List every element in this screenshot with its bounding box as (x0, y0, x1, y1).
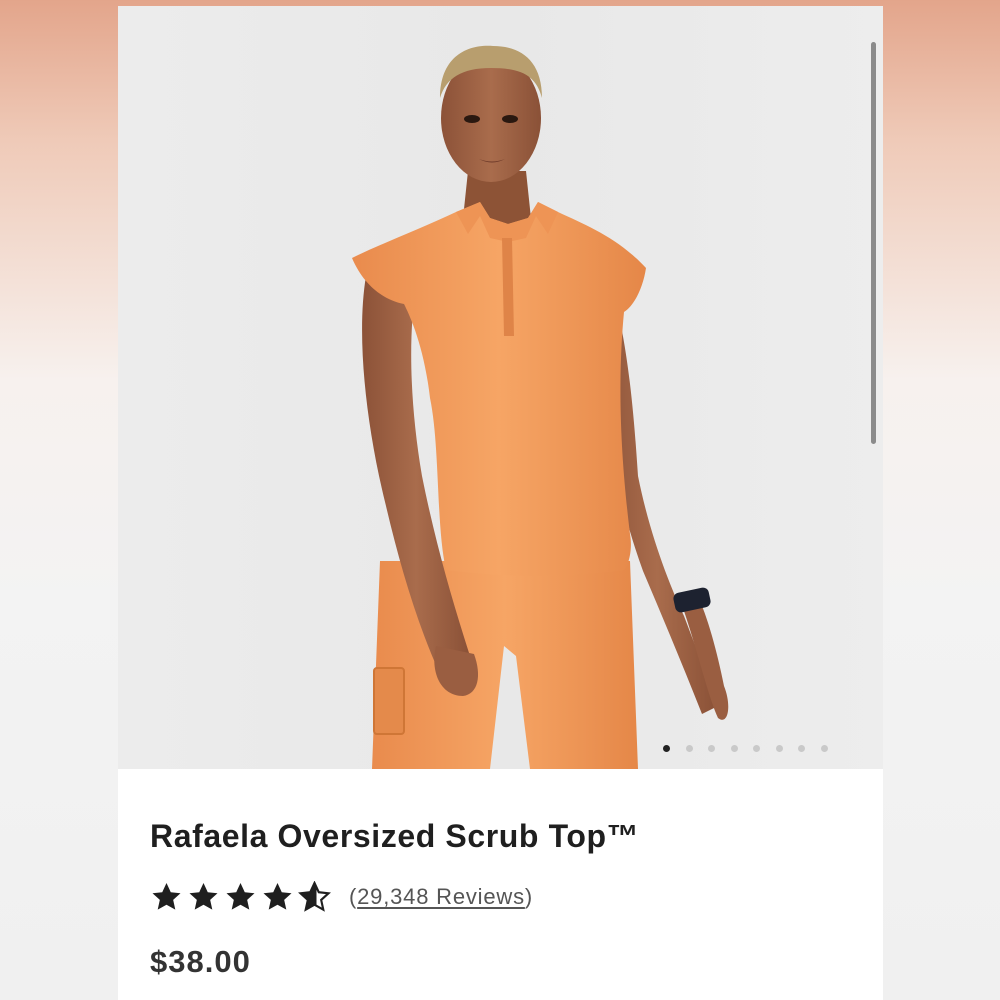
reviews-link[interactable]: 29,348 Reviews (357, 884, 525, 909)
background-left (0, 0, 118, 1000)
carousel-dot-1[interactable] (663, 745, 670, 752)
star-icon (263, 883, 292, 910)
carousel-dot-2[interactable] (685, 745, 693, 752)
carousel-dots (663, 745, 828, 752)
carousel-dot-6[interactable] (775, 745, 783, 752)
carousel-dot-3[interactable] (708, 745, 715, 752)
half-star-icon (298, 881, 331, 912)
reviews-open-paren: ( (349, 884, 358, 909)
product-title: Rafaela Oversized Scrub Top™ (150, 818, 640, 854)
product-price: $38.00 (150, 944, 251, 979)
carousel-dot-4[interactable] (730, 745, 738, 752)
product-photo (352, 45, 729, 769)
reviews-close-paren: ) (524, 884, 534, 909)
star-icon (152, 883, 181, 910)
carousel-dot-5[interactable] (753, 745, 760, 752)
star-rating (150, 881, 331, 913)
scrollbar[interactable] (871, 42, 876, 444)
product-card: Rafaela Oversized Scrub Top™ (29,348 Rev… (118, 6, 883, 1000)
carousel-dot-8[interactable] (820, 745, 828, 752)
rating-row: (29,348 Reviews) (150, 881, 533, 913)
product-image-gallery[interactable] (118, 6, 883, 769)
background-right (882, 0, 1000, 1000)
reviews-count: (29,348 Reviews) (349, 884, 533, 910)
carousel-dot-7[interactable] (798, 745, 805, 752)
star-icon (189, 883, 218, 910)
star-icon (226, 883, 255, 910)
